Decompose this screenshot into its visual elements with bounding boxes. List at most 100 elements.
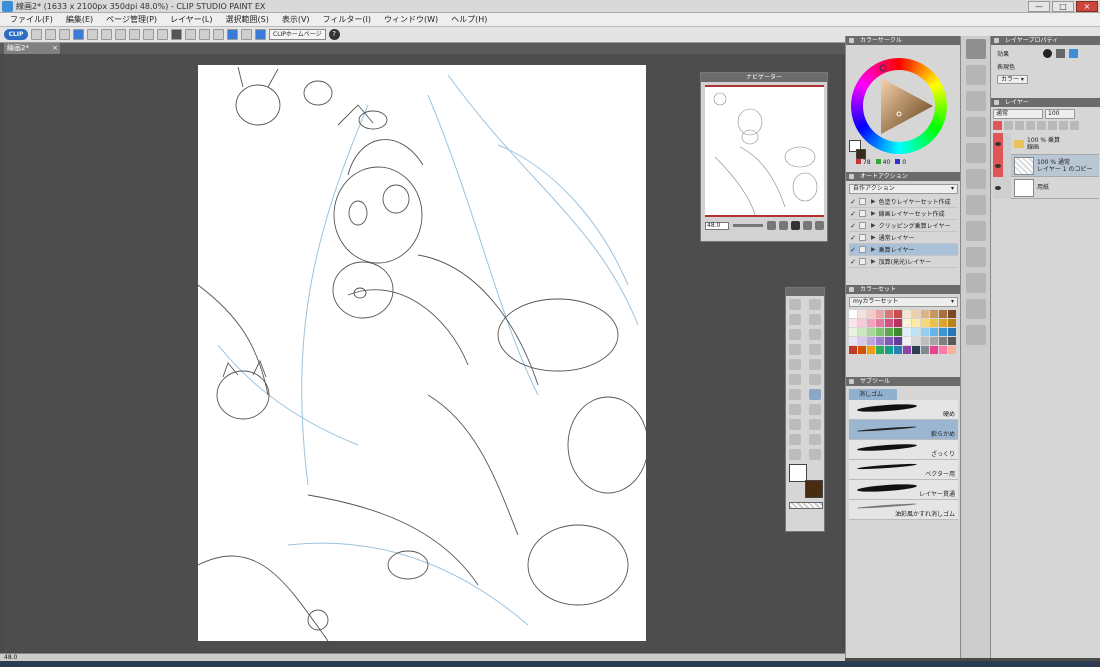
zoom-tool-icon[interactable] (809, 299, 821, 310)
color-set-swatch[interactable] (939, 310, 947, 318)
layer-row-selected[interactable]: 100 % 通常 レイヤー 1 のコピー (993, 154, 1099, 177)
color-history-icon[interactable] (965, 169, 986, 189)
save-icon[interactable] (59, 29, 70, 40)
eyedropper-tool-icon[interactable] (789, 344, 801, 355)
menu-selection[interactable]: 選択範囲(S) (226, 14, 269, 25)
clipping-icon[interactable] (1004, 121, 1013, 130)
transparent-color-swatch[interactable] (789, 502, 823, 509)
color-set-swatch[interactable] (894, 319, 902, 327)
color-set-swatch[interactable] (849, 328, 857, 336)
color-set-icon[interactable] (965, 91, 986, 111)
color-set-swatch[interactable] (876, 319, 884, 327)
save-as-icon[interactable] (73, 29, 84, 40)
status-zoom[interactable]: 48.0 (4, 654, 17, 661)
text-tool-icon[interactable] (789, 434, 801, 445)
menu-window[interactable]: ウィンドウ(W) (384, 14, 438, 25)
color-set-swatch[interactable] (867, 337, 875, 345)
color-set-select[interactable]: myカラーセット ▾ (849, 297, 958, 307)
color-set-swatch[interactable] (930, 319, 938, 327)
snap-grid-icon[interactable] (213, 29, 224, 40)
auto-action-item[interactable]: ✓ ▶ 通常レイヤー (849, 232, 958, 244)
maximize-button[interactable]: □ (1052, 1, 1074, 12)
auto-action-item[interactable]: ✓ ▶ 色塗りレイヤーセット作成 (849, 196, 958, 208)
color-set-swatch[interactable] (903, 328, 911, 336)
layer-lock-icon[interactable] (1003, 132, 1011, 155)
auto-action-item[interactable]: ✓ ▶ クリッピング乗算レイヤー (849, 220, 958, 232)
approximate-color-icon[interactable] (965, 143, 986, 163)
expand-icon[interactable]: ▶ (871, 198, 876, 205)
snap-ruler-icon[interactable] (199, 29, 210, 40)
color-set-swatch[interactable] (948, 310, 956, 318)
color-set-swatch[interactable] (939, 346, 947, 354)
menu-help[interactable]: ヘルプ(H) (451, 14, 487, 25)
color-set-swatch[interactable] (921, 310, 929, 318)
color-set-swatch[interactable] (903, 346, 911, 354)
intermediate-color-icon[interactable] (965, 117, 986, 137)
check-icon[interactable]: ✓ (849, 198, 857, 206)
history-icon[interactable] (965, 299, 986, 319)
color-set-swatch[interactable] (858, 328, 866, 336)
expand-icon[interactable]: ▶ (871, 246, 876, 253)
zoom-slider[interactable] (733, 224, 763, 227)
dialog-toggle[interactable] (859, 246, 866, 253)
color-set-swatch[interactable] (876, 310, 884, 318)
layer-color-red-icon[interactable] (993, 121, 1002, 130)
color-set-swatch[interactable] (903, 319, 911, 327)
help-button[interactable]: ? (328, 29, 340, 40)
opacity-field[interactable]: 100 (1045, 109, 1075, 119)
color-set-swatch[interactable] (912, 346, 920, 354)
figure-tool-icon[interactable] (809, 419, 821, 430)
menu-filter[interactable]: フィルター(I) (323, 14, 371, 25)
visibility-eye-icon[interactable] (993, 154, 1003, 177)
color-set-swatch[interactable] (894, 337, 902, 345)
layer-row-folder[interactable]: 100 % 乗算 線画 (993, 132, 1099, 155)
layer-color-icon[interactable] (1069, 49, 1079, 58)
color-set-swatch[interactable] (912, 328, 920, 336)
color-set-swatch[interactable] (948, 337, 956, 345)
fill-icon[interactable] (157, 29, 168, 40)
balloon-tool-icon[interactable] (809, 434, 821, 445)
ruler-display-icon[interactable] (1070, 121, 1079, 130)
reference-layer-icon[interactable] (1015, 121, 1024, 130)
menu-file[interactable]: ファイル(F) (10, 14, 53, 25)
color-set-swatch[interactable] (849, 346, 857, 354)
color-set-swatch[interactable] (849, 319, 857, 327)
color-wheel-icon[interactable] (965, 39, 986, 59)
dialog-toggle[interactable] (859, 210, 866, 217)
color-set-swatch[interactable] (930, 328, 938, 336)
invert-selection-icon[interactable] (171, 29, 182, 40)
color-set-swatch[interactable] (912, 319, 920, 327)
blend-mode-select[interactable]: 通常 (993, 109, 1043, 119)
tab-close-icon[interactable]: × (52, 43, 58, 54)
dialog-toggle[interactable] (859, 258, 866, 265)
color-set-swatch[interactable] (948, 319, 956, 327)
color-set-swatch[interactable] (867, 319, 875, 327)
brush-tool-icon[interactable] (789, 374, 801, 385)
clear-icon[interactable] (115, 29, 126, 40)
color-set-swatch[interactable] (849, 310, 857, 318)
actual-size-icon[interactable] (803, 221, 812, 230)
undo-icon[interactable] (87, 29, 98, 40)
menu-edit[interactable]: 編集(E) (66, 14, 93, 25)
redo-icon[interactable] (101, 29, 112, 40)
auto-action-item[interactable]: ✓ ▶ 加算(発光)レイヤー (849, 256, 958, 268)
lock-icon[interactable] (1037, 121, 1046, 130)
check-icon[interactable]: ✓ (849, 222, 857, 230)
fit-window-icon[interactable] (791, 221, 800, 230)
color-set-swatch[interactable] (948, 328, 956, 336)
color-set-swatch[interactable] (885, 346, 893, 354)
expand-icon[interactable]: ▶ (871, 234, 876, 241)
menu-layer[interactable]: レイヤー(L) (170, 14, 212, 25)
gradient-tool-icon[interactable] (789, 419, 801, 430)
color-set-swatch[interactable] (894, 328, 902, 336)
layer-search-icon[interactable] (965, 273, 986, 293)
quick-access-icon[interactable] (965, 325, 986, 345)
color-set-swatch[interactable] (885, 310, 893, 318)
layer-lock-icon[interactable] (1003, 176, 1011, 199)
color-set-swatch[interactable] (885, 319, 893, 327)
ruler-icon[interactable] (227, 29, 238, 40)
check-icon[interactable]: ✓ (849, 258, 857, 266)
sub-tool-item[interactable]: 油彩風かすれ消しゴム (849, 500, 958, 520)
clip-logo-button[interactable]: CLIP (4, 29, 28, 40)
correct-line-tool-icon[interactable] (809, 449, 821, 460)
